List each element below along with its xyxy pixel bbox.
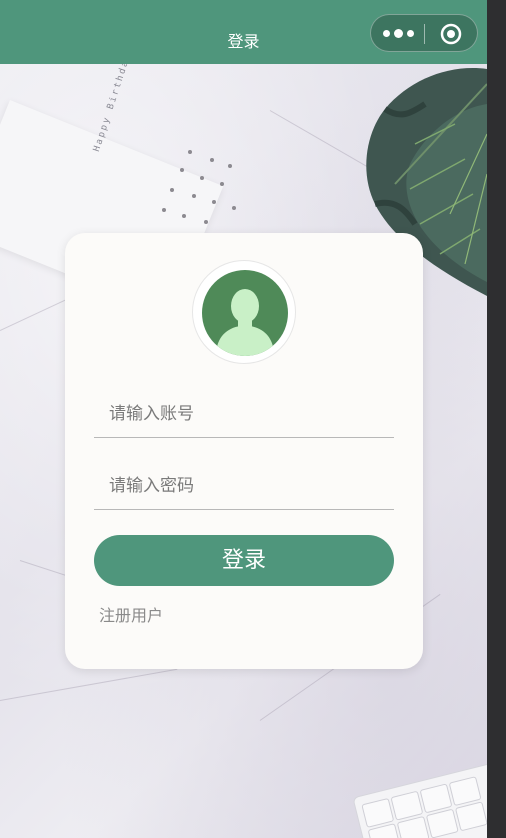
keyboard-decoration: [352, 760, 487, 838]
marble-vein: [0, 668, 178, 701]
login-button[interactable]: 登录: [94, 535, 394, 586]
avatar: [192, 260, 296, 364]
screen: Happy Birthday to you 登录 请输入账号 登录 注册用户: [0, 0, 506, 838]
password-field: [94, 463, 394, 510]
login-card: 登录 注册用户: [65, 233, 423, 669]
user-avatar-icon: [202, 270, 288, 356]
capsule-divider: [424, 24, 425, 44]
password-input[interactable]: [109, 471, 379, 501]
navigation-bar: 登录: [0, 0, 487, 64]
target-circle-icon[interactable]: [440, 23, 462, 45]
account-input[interactable]: [109, 399, 379, 429]
polka-dots-decoration: [158, 150, 248, 230]
more-dots-icon[interactable]: [383, 25, 415, 41]
account-field: [94, 391, 394, 438]
mini-program-page: Happy Birthday to you 登录 请输入账号 登录 注册用户: [0, 0, 487, 838]
register-link[interactable]: 注册用户: [99, 602, 163, 626]
window-edge: [487, 0, 506, 838]
menu-capsule: [370, 14, 478, 52]
